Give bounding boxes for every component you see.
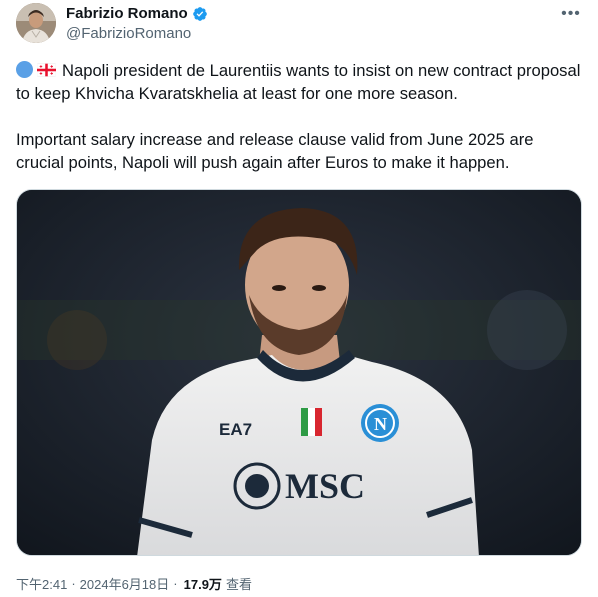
views-label: 查看 [225,577,252,592]
tweet-meta: 下午2:41 · 2024年6月18日 · 17.9万 查看 [16,574,252,593]
views-count: 17.9万 [183,577,222,592]
author-avatar[interactable] [16,3,56,43]
tweet-card: Fabrizio Romano @FabrizioRomano ••• Napo… [0,0,598,597]
tweet-text: Napoli president de Laurentiis wants to … [16,59,582,174]
tweet-date[interactable]: 2024年6月18日 [80,574,170,593]
meta-separator: · [71,576,76,591]
tweet-paragraph-1: Napoli president de Laurentiis wants to … [16,59,582,105]
jersey-sponsor-text: MSC [285,466,365,506]
more-options-icon[interactable]: ••• [560,4,582,24]
author-name-row[interactable]: Fabrizio Romano [66,5,208,22]
tweet-line-1: Napoli president de Laurentiis wants to … [16,61,581,103]
blue-circle-emoji-icon [16,61,33,78]
crest-letter: N [374,414,387,434]
meta-separator: · [173,576,178,591]
tweet-time[interactable]: 下午2:41 [16,574,67,593]
verified-badge-icon[interactable] [192,6,208,22]
author-display-name[interactable]: Fabrizio Romano [66,5,188,22]
jersey-brand-text: EA7 [219,420,252,439]
tweet-paragraph-2: Important salary increase and release cl… [16,130,534,172]
tweet-photo[interactable]: EA7 N MSC [16,189,582,556]
georgia-flag-emoji-icon [37,63,56,77]
author-handle[interactable]: @FabrizioRomano [66,25,191,42]
